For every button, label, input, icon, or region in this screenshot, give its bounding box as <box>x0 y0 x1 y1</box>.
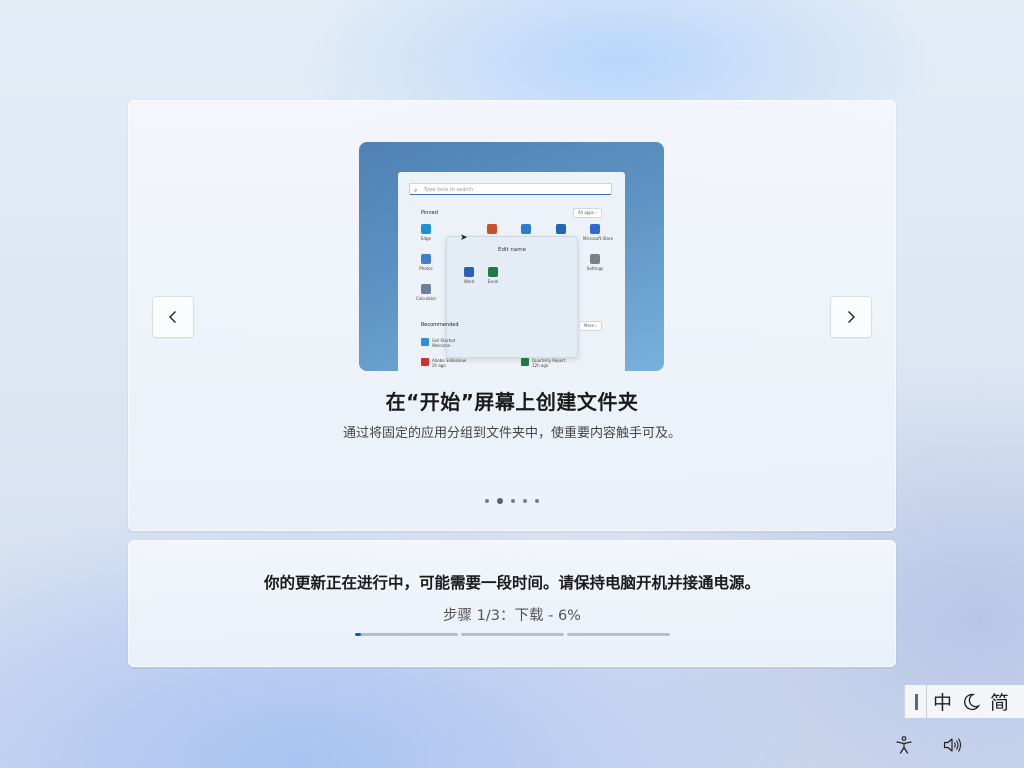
chevron-left-icon <box>169 311 176 323</box>
mock-folder-popup: Edit name Word Excel <box>446 236 578 358</box>
slide-dot-4[interactable] <box>523 499 527 503</box>
mock-app-name: Settings <box>586 266 604 271</box>
next-button[interactable] <box>830 296 872 338</box>
ime-drag-handle[interactable] <box>915 693 918 710</box>
mock-recommended-label: Recommended <box>421 322 459 328</box>
tips-card: ⌕ Type here to search Pinned All apps › … <box>128 100 896 531</box>
moon-icon[interactable] <box>961 692 981 712</box>
app-icon <box>464 267 474 277</box>
ime-script-toggle[interactable]: 简 <box>990 688 1009 715</box>
mock-folder-app: Word <box>457 267 481 284</box>
mock-app-name: Excel <box>487 279 499 284</box>
mock-app-tile <box>514 224 538 236</box>
file-icon <box>421 338 429 346</box>
app-icon <box>488 267 498 277</box>
mock-recommended-item: Adobe Slideshow 2h ago <box>421 358 466 368</box>
mock-recommended-time: 12h ago <box>532 363 549 368</box>
progress-fill <box>355 633 362 636</box>
volume-icon[interactable] <box>942 735 962 755</box>
slide-illustration: ⌕ Type here to search Pinned All apps › … <box>359 142 664 371</box>
slide-dot-1[interactable] <box>485 499 489 503</box>
progress-segment-3 <box>567 633 670 636</box>
progress-segment-1 <box>355 633 458 636</box>
chevron-right-icon <box>848 311 855 323</box>
app-icon <box>421 284 431 294</box>
mock-folder-title: Edit name <box>498 247 526 253</box>
mock-app-name: Calculator <box>415 296 437 301</box>
mock-recommended-item: Get Started Welcome <box>421 338 455 348</box>
update-progress-bar <box>355 633 670 636</box>
app-icon <box>421 224 431 234</box>
update-step-text: 步骤 1/3：下载 - 6% <box>443 608 581 624</box>
accessibility-icon[interactable] <box>894 735 914 755</box>
mock-search-placeholder: Type here to search <box>424 187 474 193</box>
slide-dot-2[interactable] <box>497 498 503 504</box>
update-status-card: 你的更新正在进行中，可能需要一段时间。请保持电脑开机并接通电源。 步骤 1/3：… <box>128 540 896 667</box>
mock-search-box: ⌕ Type here to search <box>409 183 612 195</box>
mock-all-apps-button: All apps › <box>573 208 602 218</box>
mock-pinned-label: Pinned <box>421 210 438 216</box>
mock-app-tile: Edge <box>414 224 438 241</box>
slide-description: 通过将固定的应用分组到文件夹中，使重要内容触手可及。 <box>342 426 681 441</box>
mock-recommended-item: Quarterly Report 12h ago <box>521 358 565 368</box>
mock-app-tile <box>480 224 504 236</box>
app-icon <box>590 254 600 264</box>
mock-app-tile <box>549 224 573 236</box>
mouse-cursor-icon: ➤ <box>460 233 468 243</box>
app-icon <box>556 224 566 234</box>
progress-segment-2 <box>461 633 564 636</box>
app-icon <box>590 224 600 234</box>
mock-folder-app: Excel <box>481 267 505 284</box>
mock-app-tile: Settings <box>583 254 607 271</box>
search-icon: ⌕ <box>414 187 418 194</box>
mock-app-tile: Calculator <box>414 284 438 301</box>
mock-app-tile: Microsoft Store <box>583 224 614 241</box>
mock-app-tile: Photos <box>414 254 438 271</box>
app-icon <box>487 224 497 234</box>
mock-app-name: Word <box>463 279 475 284</box>
file-icon <box>421 358 429 366</box>
slide-indicator <box>128 498 896 504</box>
slide-title: 在“开始”屏幕上创建文件夹 <box>385 390 639 414</box>
app-icon <box>521 224 531 234</box>
slide-dot-5[interactable] <box>535 499 539 503</box>
app-icon <box>421 254 431 264</box>
ime-mode-toggle[interactable]: 中 <box>933 688 952 715</box>
start-menu-mockup: ⌕ Type here to search Pinned All apps › … <box>398 172 625 371</box>
update-message: 你的更新正在进行中，可能需要一段时间。请保持电脑开机并接通电源。 <box>263 574 760 592</box>
mock-recommended-time: Welcome <box>432 343 451 348</box>
mock-app-name: Edge <box>420 236 432 241</box>
previous-button[interactable] <box>152 296 194 338</box>
mock-app-name: Microsoft Store <box>583 236 614 241</box>
mock-recommended-time: 2h ago <box>432 363 446 368</box>
slide-dot-3[interactable] <box>511 499 515 503</box>
ime-separator <box>926 685 927 718</box>
mock-app-name: Photos <box>419 266 433 271</box>
mock-more-button: More › <box>579 321 602 331</box>
ime-toolbar: 中 简 <box>904 685 1024 718</box>
file-icon <box>521 358 529 366</box>
